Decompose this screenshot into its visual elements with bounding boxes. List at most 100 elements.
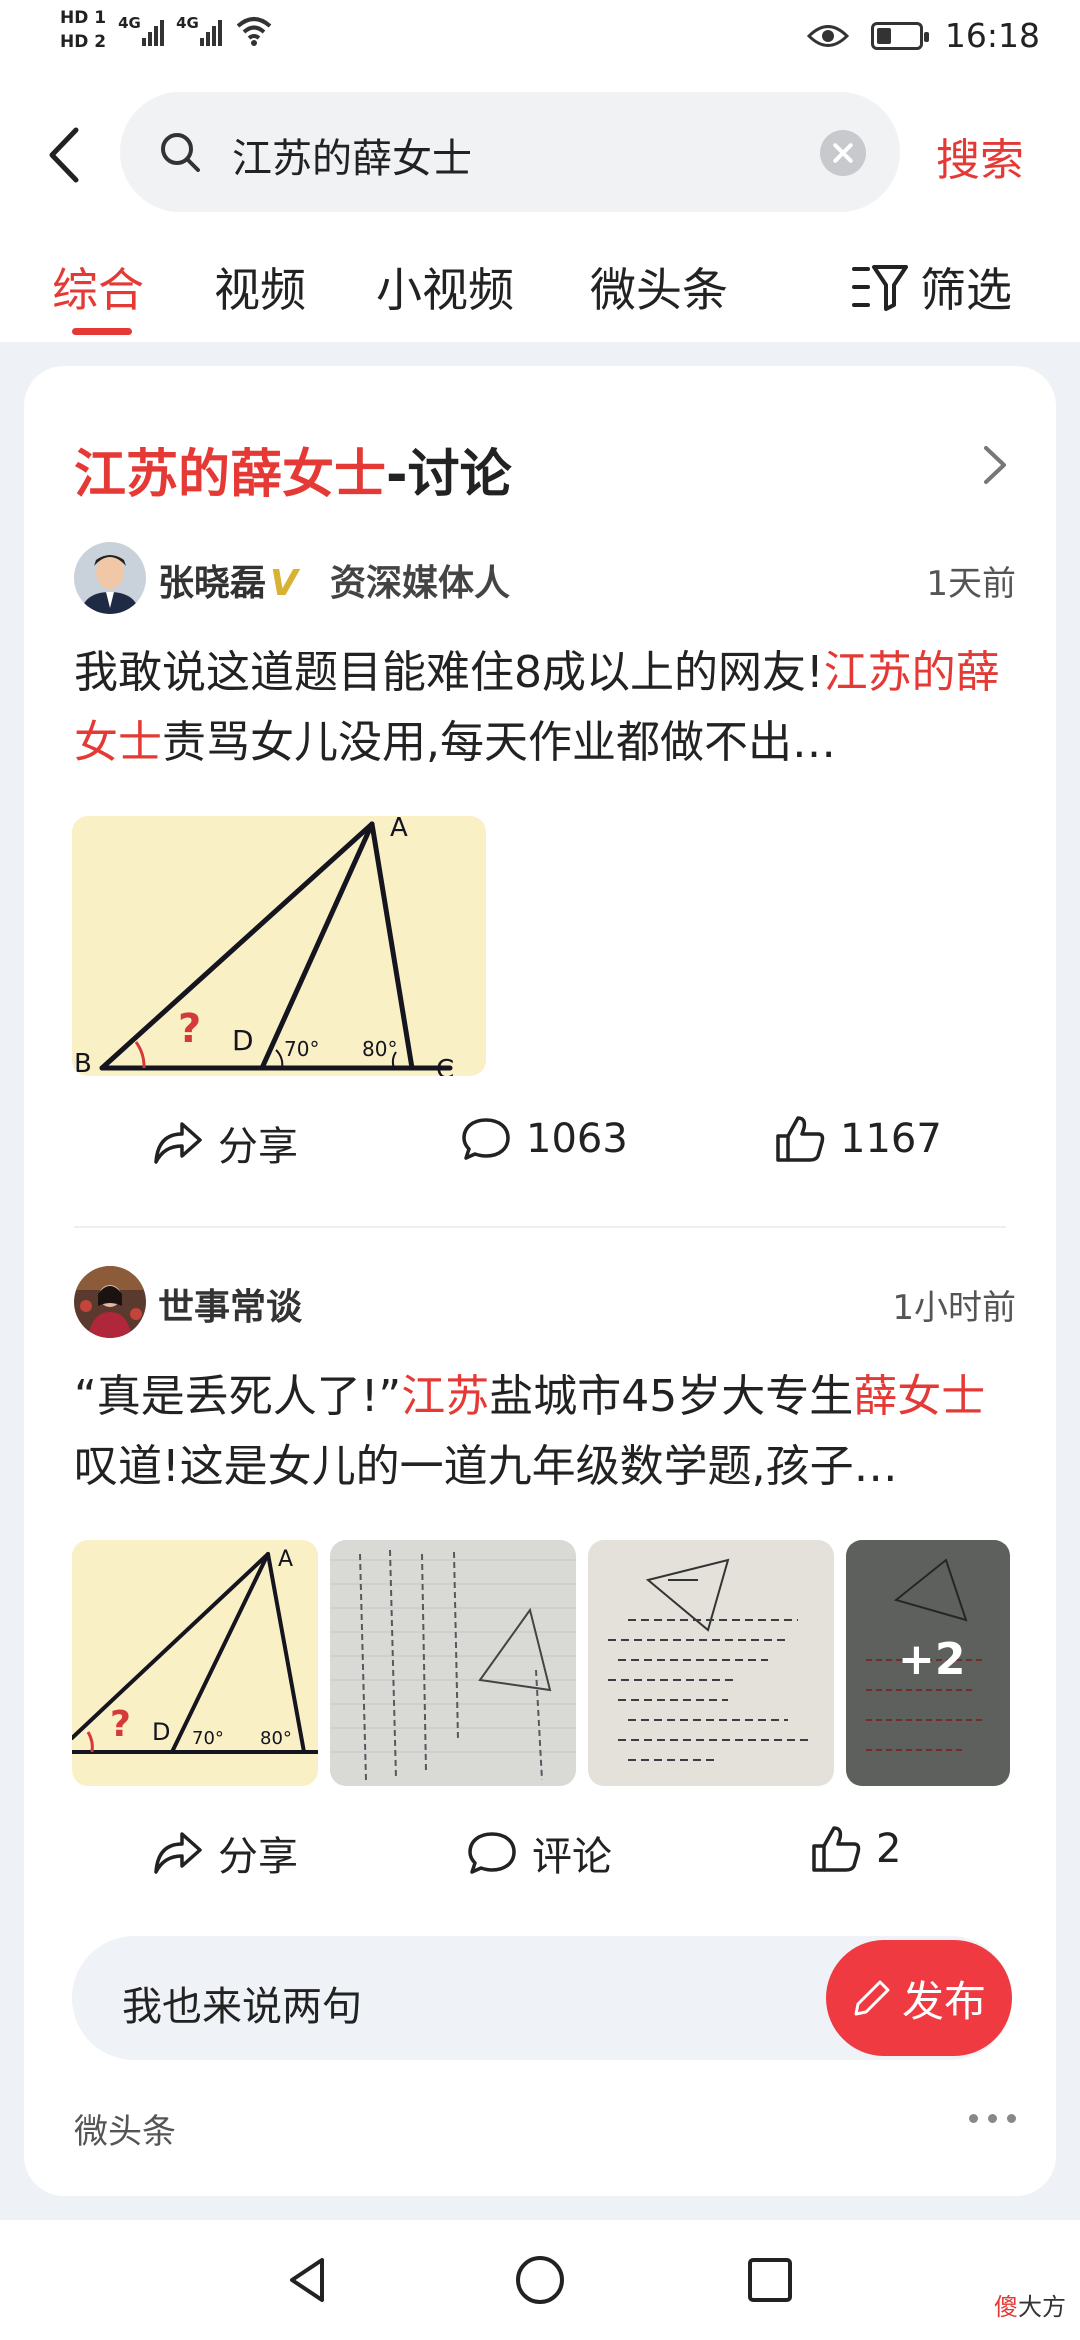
filter-button[interactable]: 筛选 <box>852 254 1012 320</box>
label-b: B <box>74 1049 92 1076</box>
tab-short-video[interactable]: 小视频 <box>376 254 514 320</box>
post2-share-button[interactable]: 分享 <box>152 1824 298 1882</box>
like-icon <box>812 1826 861 1872</box>
post2-image-4[interactable]: +2 <box>846 1540 1010 1786</box>
label-a: A <box>390 816 408 843</box>
post1-text[interactable]: 我敢说这道题目能难住8成以上的网友!江苏的薛女士责骂女儿没用,每天作业都做不出… <box>74 638 1014 778</box>
post1-author[interactable]: 张晓磊 V <box>158 554 298 606</box>
post1-comment-button[interactable]: 1063 <box>460 1114 628 1164</box>
share-icon <box>154 1832 202 1874</box>
like-count: 2 <box>876 1826 902 1872</box>
more-images-count: +2 <box>898 1634 966 1685</box>
tab-micro-headline[interactable]: 微头条 <box>590 254 728 320</box>
post2-image-1[interactable]: A D ? 70° 80° <box>72 1540 318 1786</box>
post1-time: 1天前 <box>926 564 1016 604</box>
card-title-highlight: 江苏的薛女士 <box>74 445 387 505</box>
net1-label: 4G <box>118 14 141 32</box>
discussion-card: 江苏的薛女士-讨论 张晓磊 V 资深媒体人 1天前 我敢说这道题目能难住8成以上的… <box>24 366 1056 2196</box>
post2-text-part: 叹道!这是女儿的一道九年级数学题,孩子… <box>74 1441 898 1492</box>
post2-author[interactable]: 世事常谈 <box>158 1278 302 1330</box>
post2-text-highlight: 江苏 <box>401 1371 490 1422</box>
nav-home-icon[interactable] <box>514 2254 566 2306</box>
publish-label: 发布 <box>901 1976 986 2026</box>
more-icon[interactable] <box>969 2114 1016 2123</box>
watermark-red: 傻 <box>994 2293 1018 2321</box>
hd2-label: HD 2 <box>60 32 107 52</box>
card-title[interactable]: 江苏的薛女士-讨论 <box>74 432 512 507</box>
filter-icon <box>852 265 908 311</box>
share-label: 分享 <box>218 1124 298 1170</box>
verified-icon: V <box>270 563 298 604</box>
post1-role: 资深媒体人 <box>330 563 511 604</box>
comment-label: 评论 <box>532 1834 612 1880</box>
post2-image-2[interactable] <box>330 1540 576 1786</box>
tab-video[interactable]: 视频 <box>214 254 306 320</box>
back-icon[interactable] <box>40 120 90 190</box>
search-icon <box>161 133 200 172</box>
tab-active-indicator <box>72 328 132 335</box>
status-right: 16:18 <box>806 16 1040 55</box>
comment-count: 1063 <box>526 1116 628 1162</box>
wifi-icon <box>236 17 272 46</box>
tab-bar: 综合 视频 小视频 微头条 筛选 <box>0 230 1080 342</box>
post1-text-part: 我敢说这道题目能难住8成以上的网友! <box>74 647 824 698</box>
avatar[interactable] <box>74 1266 146 1338</box>
post2-text[interactable]: “真是丢死人了!”江苏盐城市45岁大专生薛女士叹道!这是女儿的一道九年级数学题,… <box>74 1362 1014 1502</box>
post2-text-highlight: 薛女士 <box>853 1371 986 1422</box>
clear-icon[interactable] <box>820 130 866 176</box>
share-label: 分享 <box>218 1834 298 1880</box>
comment-input-placeholder: 我也来说两句 <box>122 1984 362 2030</box>
tab-comprehensive[interactable]: 综合 <box>52 254 144 320</box>
source-label: 微头条 <box>74 2112 176 2152</box>
post2-comment-button[interactable]: 评论 <box>466 1824 612 1882</box>
nav-recent-icon[interactable] <box>744 2254 796 2306</box>
question-mark: ? <box>178 1006 201 1052</box>
net2-label: 4G <box>176 14 199 32</box>
post1-like-button[interactable]: 1167 <box>774 1114 942 1164</box>
angle-80: 80° <box>260 1728 292 1749</box>
search-input[interactable]: 江苏的薛女士 <box>120 92 900 212</box>
avatar[interactable] <box>74 542 146 614</box>
comment-input[interactable]: 我也来说两句 发布 <box>72 1936 1012 2060</box>
post2-text-part: “真是丢死人了!” <box>74 1371 402 1422</box>
system-nav-bar: 傻大方 <box>0 2220 1080 2340</box>
label-c: C <box>436 1055 454 1076</box>
label-d: D <box>232 1024 254 1057</box>
post1-text-part: 责骂女儿没用,每天作业都做不出… <box>162 717 836 768</box>
like-count: 1167 <box>840 1116 942 1162</box>
signal-2-icon: 4G <box>176 10 223 50</box>
chevron-right-icon[interactable] <box>972 440 1016 490</box>
comment-icon <box>468 1832 516 1874</box>
share-icon <box>154 1122 202 1164</box>
clock: 16:18 <box>944 16 1040 55</box>
nav-back-icon[interactable] <box>282 2254 334 2306</box>
divider <box>74 1226 1006 1228</box>
label-a: A <box>278 1547 293 1572</box>
post2-image-3[interactable] <box>588 1540 834 1786</box>
hd1-label: HD 1 <box>60 8 107 28</box>
search-query: 江苏的薛女士 <box>232 136 472 182</box>
post2-like-button[interactable]: 2 <box>810 1824 901 1874</box>
post1-image[interactable]: A B C D ? 70° 80° <box>72 816 486 1076</box>
post2-time: 1小时前 <box>892 1288 1016 1328</box>
filter-label: 筛选 <box>920 263 1012 317</box>
watermark: 傻大方 <box>994 2287 1066 2322</box>
search-bar-row: 江苏的薛女士 搜索 <box>0 80 1080 230</box>
pen-icon <box>854 1980 890 2016</box>
status-left: HD 1 HD 2 4G 4G <box>60 8 274 52</box>
publish-button[interactable]: 发布 <box>826 1940 1012 2056</box>
angle-80: 80° <box>362 1037 397 1061</box>
post1-share-button[interactable]: 分享 <box>152 1114 298 1172</box>
status-bar: HD 1 HD 2 4G 4G 16:18 <box>0 0 1080 80</box>
card-title-suffix: -讨论 <box>386 445 512 505</box>
comment-icon <box>462 1118 510 1160</box>
signal-1-icon: 4G <box>118 10 165 50</box>
post1-author-name: 张晓磊 <box>158 563 267 604</box>
battery-icon <box>870 21 929 50</box>
search-button[interactable]: 搜索 <box>936 124 1024 188</box>
post2-text-part: 盐城市45岁大专生 <box>489 1371 854 1422</box>
hd-indicators: HD 1 HD 2 <box>60 8 106 52</box>
watermark-text: 大方 <box>1018 2293 1066 2321</box>
eye-icon <box>806 24 849 47</box>
label-d: D <box>152 1718 170 1746</box>
